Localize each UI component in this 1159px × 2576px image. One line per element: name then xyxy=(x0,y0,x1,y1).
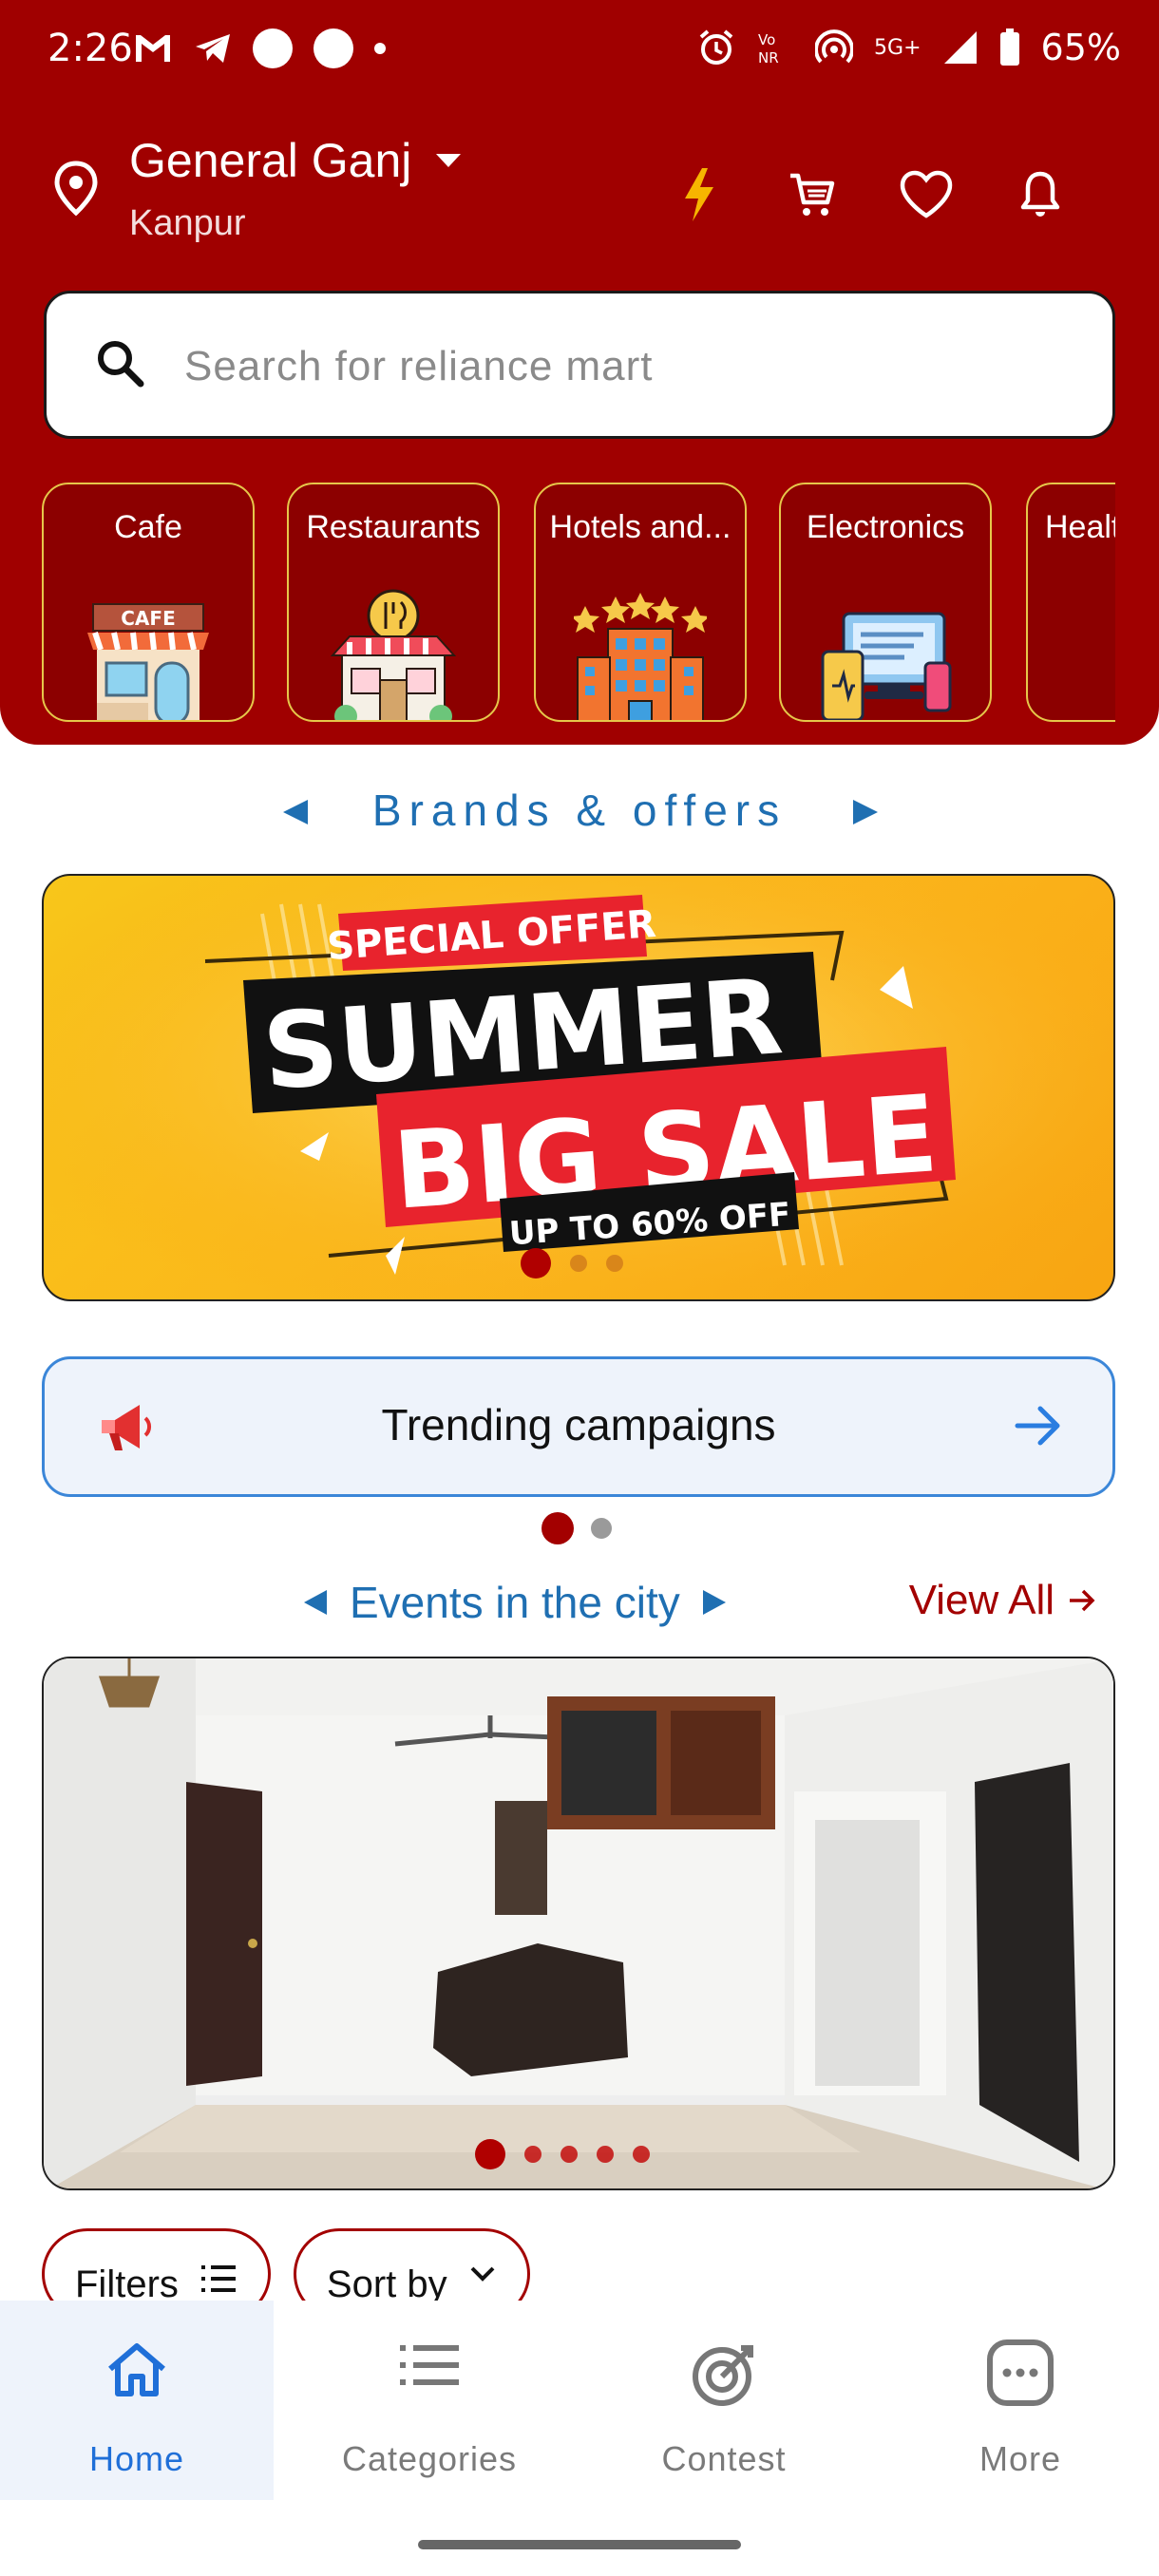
triangle-left-icon[interactable] xyxy=(302,1588,329,1617)
room-photo xyxy=(44,1658,1113,2188)
nav-categories-label: Categories xyxy=(341,2439,518,2478)
cafe-icon: CAFE xyxy=(87,603,209,720)
cart-icon xyxy=(790,173,835,216)
nav-contest[interactable]: Contest xyxy=(587,2301,861,2500)
category-label: Healt xyxy=(1045,509,1115,545)
nav-more-label: More xyxy=(978,2439,1062,2478)
nav-categories[interactable]: Categories xyxy=(293,2301,566,2500)
location-selector[interactable]: General Ganj xyxy=(129,133,463,188)
more-icon xyxy=(987,2339,1054,2406)
event-photo[interactable] xyxy=(42,1657,1115,2190)
brands-section-header: Brands & offers xyxy=(0,781,1159,838)
home-icon xyxy=(108,2343,165,2396)
category-label: Restaurants xyxy=(306,509,481,545)
nav-home-label: Home xyxy=(88,2439,185,2478)
list-icon xyxy=(400,2345,459,2385)
pagination-dot[interactable] xyxy=(542,1512,574,1544)
more-notifications-icon xyxy=(374,43,386,54)
alarm-icon xyxy=(699,29,733,65)
hotspot-icon xyxy=(815,29,854,64)
category-card-hotels[interactable]: Hotels and... xyxy=(534,483,747,722)
notifications-button[interactable] xyxy=(1007,161,1074,228)
cart-button[interactable] xyxy=(779,161,846,228)
battery-level: 65% xyxy=(1040,27,1121,68)
arrow-right-icon xyxy=(1070,1589,1095,1612)
flash-button[interactable] xyxy=(665,161,732,228)
gmail-icon xyxy=(136,35,170,62)
pagination-dot[interactable] xyxy=(521,1248,551,1279)
location-subtitle: Kanpur xyxy=(129,203,246,243)
electronics-icon xyxy=(821,612,952,720)
volte-icon: VoNR xyxy=(758,31,779,66)
status-time: 2:26 xyxy=(48,27,133,70)
app-notification-icon xyxy=(314,28,353,68)
search-icon xyxy=(98,341,144,388)
search-bar[interactable]: Search for reliance mart xyxy=(44,291,1115,439)
pagination-dot[interactable] xyxy=(524,2146,542,2163)
heart-icon xyxy=(900,170,953,218)
bell-icon xyxy=(1020,171,1060,217)
category-card-electronics[interactable]: Electronics xyxy=(779,483,992,722)
status-bar: 2:26 Vo NR 5G+ 65% xyxy=(0,0,1159,104)
chevron-down-icon xyxy=(470,2266,495,2282)
battery-icon xyxy=(999,28,1019,66)
nav-more[interactable]: More xyxy=(884,2301,1157,2500)
location-pin-icon[interactable] xyxy=(48,160,104,217)
view-all-link[interactable]: View All xyxy=(909,1577,1096,1624)
pagination-dot[interactable] xyxy=(560,2146,578,2163)
nav-home[interactable]: Home xyxy=(0,2301,274,2500)
telegram-icon xyxy=(196,34,230,63)
triangle-right-icon[interactable] xyxy=(851,798,880,826)
network-type: 5G+ xyxy=(874,35,922,60)
signal-icon xyxy=(943,31,977,64)
pagination-dot[interactable] xyxy=(606,1255,623,1272)
trending-campaigns-card[interactable]: Trending campaigns xyxy=(42,1356,1115,1497)
category-card-restaurants[interactable]: Restaurants xyxy=(287,483,500,722)
summer-sale-artwork: SPECIAL OFFER SUMMER BIG SALE UP TO 60% … xyxy=(44,876,1113,1299)
lightning-icon xyxy=(685,168,713,221)
app-screen: 2:26 Vo NR 5G+ 65% General Ganj Kanpur S… xyxy=(0,0,1159,2576)
app-notification-icon xyxy=(253,28,293,68)
bottom-navigation: Home Categories Contest More xyxy=(0,2301,1159,2576)
brands-title: Brands & offers xyxy=(371,786,788,835)
wishlist-button[interactable] xyxy=(893,161,960,228)
category-carousel[interactable]: Cafe CAFE Restaurants Hotels and... Elec… xyxy=(42,483,1115,722)
svg-text:Vo: Vo xyxy=(758,31,775,48)
pagination-dot[interactable] xyxy=(570,1255,587,1272)
category-label: Electronics xyxy=(806,509,965,545)
search-input[interactable]: Search for reliance mart xyxy=(184,343,654,390)
category-label: Cafe xyxy=(114,509,182,545)
pagination-dot[interactable] xyxy=(597,2146,614,2163)
nav-contest-label: Contest xyxy=(661,2439,787,2478)
triangle-right-icon[interactable] xyxy=(701,1588,728,1617)
banner-pagination[interactable] xyxy=(521,1248,623,1279)
svg-text:NR: NR xyxy=(758,49,779,66)
target-icon xyxy=(693,2345,753,2406)
gesture-handle[interactable] xyxy=(418,2540,741,2549)
pagination-dot[interactable] xyxy=(633,2146,650,2163)
view-all-label: View All xyxy=(908,1577,1054,1623)
notification-icons xyxy=(133,28,386,68)
category-card-health[interactable]: Healt xyxy=(1026,483,1115,722)
header: 2:26 Vo NR 5G+ 65% General Ganj Kanpur S… xyxy=(0,0,1159,745)
event-pagination[interactable] xyxy=(475,2139,650,2169)
offer-banner[interactable]: SPECIAL OFFER SUMMER BIG SALE UP TO 60% … xyxy=(42,874,1115,1301)
pagination-dot[interactable] xyxy=(591,1518,612,1539)
system-icons: Vo NR 5G+ 65% xyxy=(697,27,1121,68)
restaurant-icon xyxy=(331,589,456,720)
filter-list-icon xyxy=(200,2265,236,2292)
events-title: Events in the city xyxy=(350,1578,680,1627)
pagination-dot[interactable] xyxy=(475,2139,505,2169)
header-actions xyxy=(665,161,1159,228)
hotel-icon xyxy=(574,593,707,720)
svg-text:CAFE: CAFE xyxy=(121,607,175,630)
events-section-header: Events in the city xyxy=(302,1577,728,1628)
location-title: General Ganj xyxy=(129,134,412,187)
category-card-cafe[interactable]: Cafe CAFE xyxy=(42,483,255,722)
category-label: Hotels and... xyxy=(549,509,732,545)
arrow-right-icon[interactable] xyxy=(1014,1401,1063,1450)
caret-down-icon xyxy=(436,154,462,167)
trending-label: Trending campaigns xyxy=(381,1400,776,1449)
trending-pagination[interactable] xyxy=(542,1512,612,1544)
